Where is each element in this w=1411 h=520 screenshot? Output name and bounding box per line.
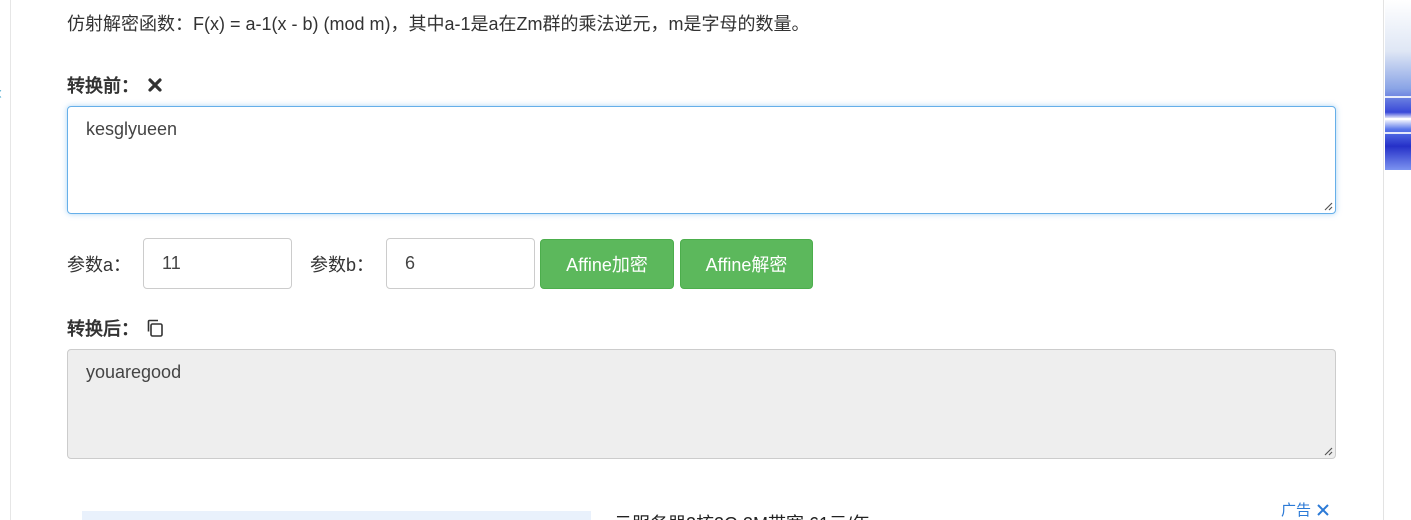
params-row: 参数a： 11 参数b： 6 Affine加密 Affine解密	[67, 238, 814, 289]
function-description: 仿射解密函数：F(x) = a-1(x - b) (mod m)，其中a-1是a…	[67, 14, 810, 34]
page: ‹ 仿射解密函数：F(x) = a-1(x - b) (mod m)，其中a-1…	[0, 0, 1411, 520]
ad-text[interactable]: 云服务器2核2G 3M带宽 61元/年	[614, 510, 870, 520]
input-label: 转换前：	[67, 76, 139, 96]
affine-decrypt-button[interactable]: Affine解密	[680, 238, 814, 289]
param-b-label: 参数b：	[310, 254, 375, 275]
copy-icon[interactable]	[145, 318, 165, 338]
close-icon[interactable]	[1315, 502, 1331, 518]
param-b-input[interactable]: 6	[386, 238, 536, 289]
banner-image[interactable]	[1385, 0, 1411, 170]
right-banner-strip	[1383, 0, 1411, 520]
param-a-value: 11	[162, 253, 181, 273]
affine-encrypt-button[interactable]: Affine加密	[540, 238, 675, 289]
banner-stripe	[1385, 132, 1411, 134]
param-a-label: 参数a：	[67, 254, 132, 275]
output-text: youaregood	[86, 362, 182, 382]
output-textarea[interactable]: youaregood	[67, 349, 1336, 459]
output-label: 转换后：	[67, 319, 139, 339]
banner-stripe	[1385, 118, 1411, 120]
left-edge-panel: ‹	[0, 0, 11, 520]
resize-grip-icon[interactable]	[1321, 199, 1333, 211]
clear-icon[interactable]	[145, 75, 165, 95]
resize-grip-icon[interactable]	[1321, 444, 1333, 456]
ad-tag: 广告	[1281, 499, 1331, 520]
banner-stripe	[1385, 96, 1411, 98]
param-b-value: 6	[405, 253, 416, 273]
ad-tag-label: 广告	[1281, 502, 1312, 519]
input-text: kesglyueen	[86, 119, 178, 139]
input-textarea[interactable]: kesglyueen	[67, 106, 1336, 214]
param-a-input[interactable]: 11	[143, 238, 293, 289]
chevron-left-icon[interactable]: ‹	[0, 84, 2, 102]
ad-image[interactable]	[82, 511, 591, 520]
output-label-row: 转换后：	[67, 315, 165, 341]
input-label-row: 转换前：	[67, 72, 165, 98]
